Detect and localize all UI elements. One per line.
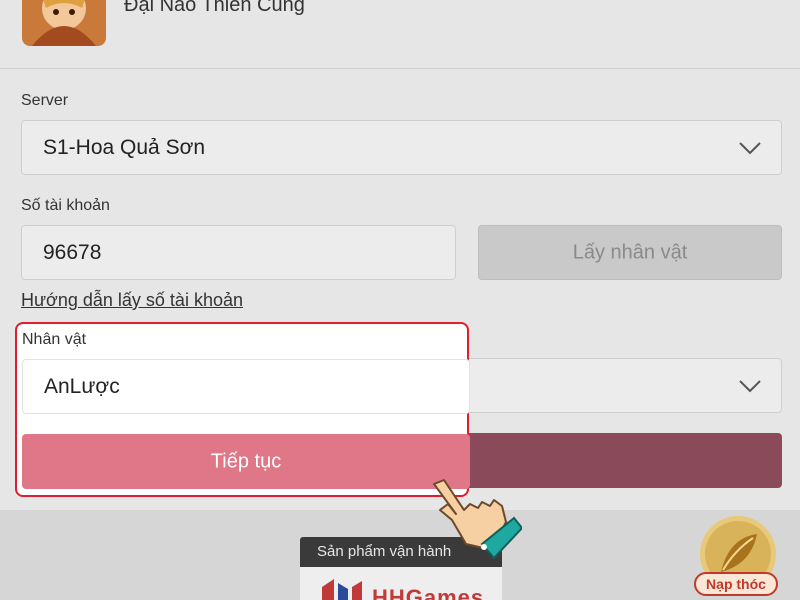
publisher-logo-text: HHGames [372,585,485,600]
get-character-label: Lấy nhân vật [572,241,688,263]
publisher-logo-icon [322,579,362,600]
account-value: 96678 [43,240,102,264]
game-avatar-icon [22,0,106,46]
server-label: Server [21,92,69,109]
continue-button[interactable]: Tiếp tục [22,434,470,489]
continue-label: Tiếp tục [210,450,282,472]
pointing-hand-icon [433,479,522,560]
account-label: Số tài khoản [21,197,110,214]
chevron-down-icon [739,141,761,154]
character-value: AnLược [44,374,120,398]
header: Đại Náo Thiên Cung [0,0,800,69]
page: Đại Náo Thiên Cung Server S1-Hoa Quả Sơn… [0,0,800,600]
highlight-box: Nhân vật AnLược Tiếp tục [15,322,470,497]
server-select[interactable]: S1-Hoa Quả Sơn [21,120,782,175]
account-help-link[interactable]: Hướng dẫn lấy số tài khoản [21,290,243,311]
character-label: Nhân vật [22,331,87,348]
topup-button[interactable]: Nạp thóc [694,572,778,596]
server-value: S1-Hoa Quả Sơn [43,135,206,159]
account-input[interactable]: 96678 [21,225,456,280]
character-select[interactable]: AnLược [22,359,470,414]
get-character-button[interactable]: Lấy nhân vật [478,225,782,280]
publisher-logo: HHGames [300,567,502,600]
game-title: Đại Náo Thiên Cung [124,0,305,16]
footer: Sản phẩm vận hành HHGames Nạp thóc [0,510,800,600]
chevron-down-icon [739,379,761,392]
